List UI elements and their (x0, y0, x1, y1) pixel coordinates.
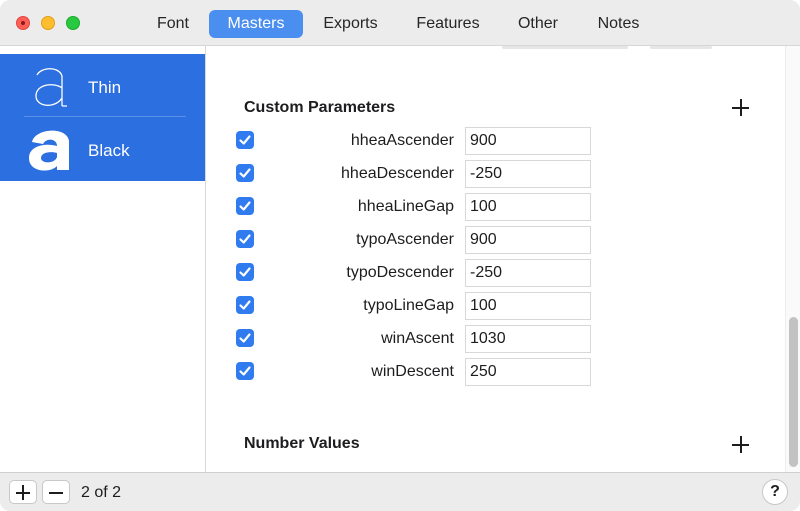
add-custom-parameter-button[interactable] (731, 97, 751, 117)
tab-notes[interactable]: Notes (585, 10, 652, 38)
minimize-window-button[interactable] (41, 16, 55, 30)
checkmark-icon (239, 267, 251, 277)
minus-icon (49, 492, 63, 494)
parameter-checkbox[interactable] (236, 263, 254, 281)
checkmark-icon (239, 135, 251, 145)
master-item-black[interactable]: Black (0, 117, 205, 181)
checkmark-icon (239, 168, 251, 178)
master-label-thin: Thin (88, 78, 122, 97)
title-bar: Font Masters Exports Features Other Note… (0, 0, 800, 46)
parameter-checkbox[interactable] (236, 329, 254, 347)
parameter-checkbox[interactable] (236, 296, 254, 314)
parameter-name: typoLineGap (363, 297, 454, 314)
tab-masters[interactable]: Masters (209, 10, 303, 38)
parameter-value-field[interactable]: 900 (465, 226, 591, 254)
remove-master-button[interactable] (42, 480, 70, 504)
parameter-row: typoDescender -250 (207, 259, 785, 292)
tab-exports[interactable]: Exports (312, 10, 389, 38)
master-item-thin[interactable]: Thin (0, 54, 205, 117)
font-info-window: Font Masters Exports Features Other Note… (0, 0, 800, 511)
parameter-value-field[interactable]: -250 (465, 160, 591, 188)
parameter-name: winDescent (371, 363, 454, 380)
parameter-name: typoAscender (356, 231, 454, 248)
tab-font[interactable]: Font (143, 10, 203, 38)
parameter-value-field[interactable]: 250 (465, 358, 591, 386)
number-values-title: Number Values (244, 435, 360, 452)
custom-parameters-title: Custom Parameters (244, 99, 396, 116)
partially-visible-field (502, 46, 628, 49)
parameter-row: typoLineGap 100 (207, 292, 785, 325)
scrollbar-thumb[interactable] (789, 317, 798, 467)
parameter-checkbox[interactable] (236, 362, 254, 380)
parameter-checkbox[interactable] (236, 197, 254, 215)
plus-icon (22, 485, 24, 500)
parameter-name: hheaDescender (341, 165, 454, 182)
partially-visible-field (650, 46, 712, 49)
parameter-value-field[interactable]: 100 (465, 193, 591, 221)
parameter-checkbox[interactable] (236, 164, 254, 182)
bottom-toolbar: 2 of 2 ? (0, 472, 800, 511)
parameter-value-field[interactable]: 100 (465, 292, 591, 320)
parameter-value-field[interactable]: 1030 (465, 325, 591, 353)
checkmark-icon (239, 201, 251, 211)
masters-sidebar: Thin Black (0, 46, 206, 472)
tab-features[interactable]: Features (405, 10, 491, 38)
black-glyph-preview-icon (29, 130, 69, 171)
parameter-row: hheaDescender -250 (207, 160, 785, 193)
tab-other[interactable]: Other (507, 10, 569, 38)
parameter-row: winAscent 1030 (207, 325, 785, 358)
checkmark-icon (239, 300, 251, 310)
checkmark-icon (239, 366, 251, 376)
parameter-checkbox[interactable] (236, 131, 254, 149)
help-button[interactable]: ? (762, 479, 788, 505)
zoom-window-button[interactable] (66, 16, 80, 30)
close-window-button[interactable] (16, 16, 30, 30)
parameter-name: typoDescender (346, 264, 454, 281)
parameter-value-field[interactable]: -250 (465, 259, 591, 287)
parameter-name: hheaAscender (350, 132, 454, 149)
parameter-row: winDescent 250 (207, 358, 785, 391)
thin-glyph-preview-icon (35, 68, 67, 107)
master-label-black: Black (88, 141, 130, 160)
checkmark-icon (239, 333, 251, 343)
checkmark-icon (239, 234, 251, 244)
parameter-name: hheaLineGap (357, 198, 454, 215)
add-master-button[interactable] (9, 480, 37, 504)
parameter-row: hheaLineGap 100 (207, 193, 785, 226)
master-count: 2 of 2 (81, 484, 122, 501)
parameter-checkbox[interactable] (236, 230, 254, 248)
add-number-value-button[interactable] (731, 434, 751, 454)
parameter-value-field[interactable]: 900 (465, 127, 591, 155)
vertical-scrollbar[interactable] (785, 46, 800, 472)
master-settings-panel: Custom Parameters hheaAscender 900 hheaD… (207, 46, 785, 472)
parameter-row: hheaAscender 900 (207, 127, 785, 160)
parameter-name: winAscent (381, 330, 454, 347)
parameter-row: typoAscender 900 (207, 226, 785, 259)
